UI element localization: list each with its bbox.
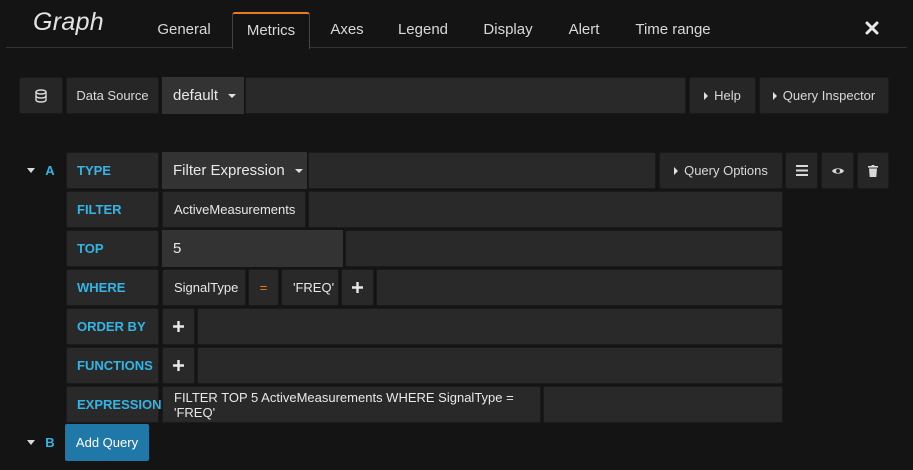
filter-filler <box>308 191 783 228</box>
collapse-icon <box>27 167 36 173</box>
query-inspector-button[interactable]: Query Inspector <box>759 77 889 114</box>
query-b-toggle[interactable]: B <box>19 425 63 460</box>
query-options-label: Query Options <box>684 163 768 178</box>
datasource-value: default <box>173 87 219 104</box>
header-divider <box>6 47 907 48</box>
plus-icon <box>352 282 363 293</box>
eye-icon[interactable] <box>821 152 854 189</box>
orderby-label: ORDER BY <box>66 308 159 345</box>
type-select[interactable]: Filter Expression <box>162 152 307 189</box>
caret-right-icon <box>674 166 679 175</box>
caret-right-icon <box>772 91 777 100</box>
expression-value: FILTER TOP 5 ActiveMeasurements WHERE Si… <box>162 386 541 423</box>
chevron-down-icon <box>294 168 303 173</box>
where-operator[interactable]: = <box>248 269 279 306</box>
tab-metrics[interactable]: Metrics <box>232 12 310 49</box>
query-b-letter: B <box>45 435 55 450</box>
tab-general[interactable]: General <box>146 12 222 48</box>
add-function-button[interactable] <box>162 347 195 384</box>
add-orderby-button[interactable] <box>162 308 195 345</box>
functions-label: FUNCTIONS <box>66 347 159 384</box>
where-label: WHERE <box>66 269 159 306</box>
query-options-button[interactable]: Query Options <box>659 152 783 189</box>
filter-label: FILTER <box>66 191 159 228</box>
tab-alert[interactable]: Alert <box>557 12 611 48</box>
trash-icon[interactable] <box>857 152 889 189</box>
top-filler <box>345 230 783 267</box>
type-filler <box>308 152 656 189</box>
where-value[interactable]: 'FREQ' <box>281 269 339 306</box>
query-a-letter: A <box>45 162 55 178</box>
top-label: TOP <box>66 230 159 267</box>
tab-axes[interactable]: Axes <box>322 12 372 48</box>
type-label: TYPE <box>66 152 159 189</box>
help-label: Help <box>714 88 741 103</box>
top-input[interactable]: 5 <box>162 230 343 267</box>
tab-display[interactable]: Display <box>474 12 542 48</box>
chevron-down-icon <box>228 93 237 98</box>
help-button[interactable]: Help <box>689 77 756 114</box>
datasource-filler <box>245 77 686 114</box>
plus-icon <box>173 360 184 371</box>
database-icon <box>19 77 63 114</box>
tab-time-range[interactable]: Time range <box>626 12 720 48</box>
close-icon[interactable] <box>862 16 882 40</box>
query-inspector-label: Query Inspector <box>782 88 876 103</box>
add-query-button[interactable]: Add Query <box>65 424 149 461</box>
collapse-icon <box>27 440 36 445</box>
query-a-toggle[interactable]: A <box>19 152 63 188</box>
where-field[interactable]: SignalType <box>162 269 246 306</box>
plus-icon <box>173 321 184 332</box>
datasource-select[interactable]: default <box>162 77 244 114</box>
caret-right-icon <box>704 91 709 100</box>
tab-legend[interactable]: Legend <box>388 12 458 48</box>
menu-icon[interactable] <box>785 152 818 189</box>
functions-filler <box>197 347 783 384</box>
add-where-button[interactable] <box>341 269 374 306</box>
expression-label: EXPRESSION <box>66 386 162 423</box>
expression-filler <box>543 386 783 423</box>
type-value: Filter Expression <box>173 162 285 179</box>
datasource-label: Data Source <box>66 77 159 114</box>
panel-title: Graph <box>33 8 104 36</box>
filter-value[interactable]: ActiveMeasurements <box>162 191 306 228</box>
where-filler <box>376 269 783 306</box>
orderby-filler <box>197 308 783 345</box>
